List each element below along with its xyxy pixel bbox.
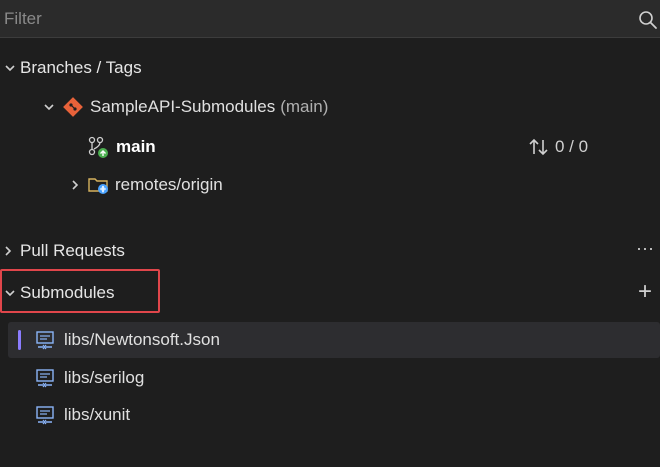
filter-input[interactable]: [4, 6, 624, 32]
sync-arrows-icon: [529, 138, 548, 156]
chevron-right-icon: [5, 246, 12, 256]
branch-label: main: [116, 137, 156, 156]
submodule-icon: [36, 406, 54, 425]
chevron-down-icon: [44, 104, 54, 111]
chevron-down-icon: [5, 65, 15, 72]
submodule-icon: [36, 331, 54, 350]
remote-folder-icon: [88, 178, 108, 194]
repo-current-branch: (main): [280, 97, 329, 116]
repo-name: SampleAPI-Submodules: [90, 97, 276, 116]
submodule-item[interactable]: libs/serilog: [0, 361, 660, 395]
section-label: Branches / Tags: [20, 58, 142, 77]
search-icon[interactable]: [638, 10, 658, 30]
remotes-label: remotes/origin: [115, 175, 223, 194]
highlight-annotation: [0, 269, 160, 313]
submodule-item[interactable]: libs/Newtonsoft.Json: [0, 323, 660, 357]
submodule-label: libs/Newtonsoft.Json: [64, 330, 220, 349]
more-options-button[interactable]: ···: [636, 238, 654, 259]
branch-item-main[interactable]: main 0 / 0: [0, 130, 660, 164]
submodule-icon: [36, 369, 54, 388]
git-repo-icon: [63, 97, 83, 117]
section-pull-requests[interactable]: Pull Requests ···: [0, 234, 660, 268]
chevron-right-icon: [72, 180, 79, 190]
remotes-origin-node[interactable]: remotes/origin: [0, 168, 660, 202]
filter-bar: [0, 0, 660, 38]
repo-node[interactable]: SampleAPI-Submodules (main): [0, 90, 660, 124]
add-submodule-button[interactable]: +: [638, 278, 652, 306]
submodule-label: libs/xunit: [64, 405, 131, 424]
sync-count: 0 / 0: [555, 137, 589, 156]
sync-status: 0 / 0: [528, 137, 588, 157]
submodule-item[interactable]: libs/xunit: [0, 398, 660, 432]
branch-icon: [88, 136, 108, 158]
section-branches-tags[interactable]: Branches / Tags: [0, 51, 660, 85]
section-label: Pull Requests: [20, 241, 125, 260]
git-repository-panel: Branches / Tags SampleAPI-Submodules (ma…: [0, 0, 660, 467]
submodule-label: libs/serilog: [64, 368, 145, 387]
